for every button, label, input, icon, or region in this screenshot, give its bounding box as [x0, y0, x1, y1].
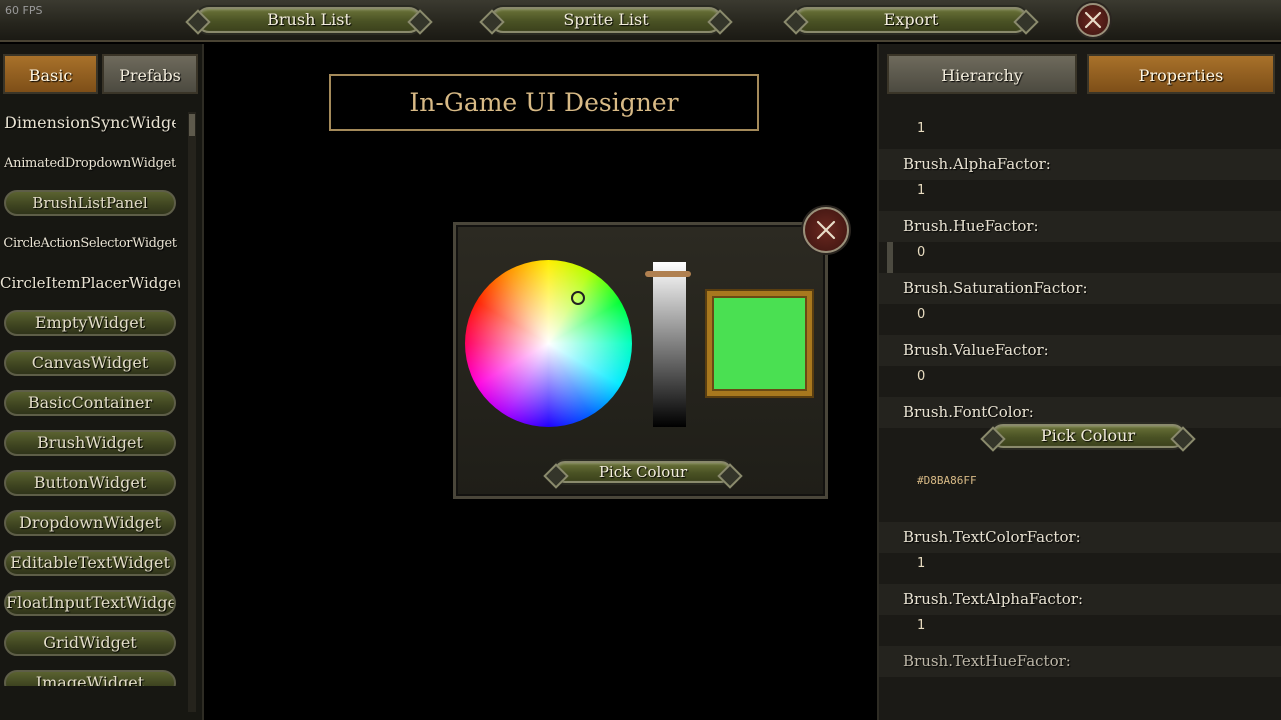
font-color-hex: #D8BA86FF	[917, 474, 977, 487]
widget-item[interactable]: FloatInputTextWidget	[4, 590, 176, 616]
property-label: Brush.FontColor:	[903, 403, 1034, 421]
property-row: 1	[879, 106, 1281, 137]
picker-close-button[interactable]	[803, 207, 849, 253]
property-value[interactable]: 0	[917, 307, 925, 322]
widget-item[interactable]: DropdownWidget	[4, 510, 176, 536]
widget-item[interactable]: ImageWidget	[4, 670, 176, 686]
color-preview-swatch	[707, 291, 812, 396]
widget-panel: Basic Prefabs DimensionSyncWidget Animat…	[0, 44, 204, 720]
property-label: Brush.TextHueFactor:	[903, 652, 1071, 670]
widget-list: DimensionSyncWidget AnimatedDropdownWidg…	[0, 106, 190, 686]
property-value[interactable]: 1	[917, 618, 925, 633]
color-wheel[interactable]	[465, 260, 632, 427]
widget-list-scrollbar[interactable]	[188, 112, 196, 712]
close-icon	[816, 220, 836, 240]
tab-prefabs[interactable]: Prefabs	[102, 54, 198, 94]
property-label: Brush.AlphaFactor:	[903, 155, 1051, 173]
property-value[interactable]: 0	[917, 245, 925, 260]
export-button[interactable]: Export	[794, 7, 1028, 33]
property-value[interactable]: 0	[917, 369, 925, 384]
property-row: Brush.TextColorFactor:	[879, 522, 1281, 553]
fps-counter: 60 FPS	[5, 4, 43, 17]
widget-item[interactable]: AnimatedDropdownWidget	[4, 153, 176, 179]
property-value[interactable]: 1	[917, 183, 925, 198]
widget-item[interactable]: ButtonWidget	[4, 470, 176, 496]
widget-item[interactable]: DimensionSyncWidget	[4, 112, 176, 138]
pick-colour-button[interactable]: Pick Colour	[991, 424, 1185, 448]
property-row: Brush.AlphaFactor:	[879, 149, 1281, 180]
widget-item[interactable]: EditableTextWidget	[4, 550, 176, 576]
property-row: Brush.HueFactor:	[879, 211, 1281, 242]
color-picker-dialog: Pick Colour	[453, 207, 849, 499]
property-row: Brush.TextHueFactor:	[879, 646, 1281, 677]
widget-item[interactable]: BasicContainer	[4, 390, 176, 416]
value-slider[interactable]	[653, 262, 686, 427]
value-slider-handle[interactable]	[645, 271, 691, 277]
pick-colour-button[interactable]: Pick Colour	[554, 461, 732, 483]
close-button[interactable]	[1076, 3, 1110, 37]
color-wheel-cursor[interactable]	[571, 291, 585, 305]
page-title: In-Game UI Designer	[329, 74, 759, 131]
property-row: Brush.SaturationFactor:	[879, 273, 1281, 304]
property-label: Brush.ValueFactor:	[903, 341, 1049, 359]
widget-item[interactable]: EmptyWidget	[4, 310, 176, 336]
property-label: Brush.TextAlphaFactor:	[903, 590, 1084, 608]
property-label: Brush.TextColorFactor:	[903, 528, 1081, 546]
property-label: Brush.SaturationFactor:	[903, 279, 1088, 297]
property-label: Brush.HueFactor:	[903, 217, 1039, 235]
tab-hierarchy[interactable]: Hierarchy	[887, 54, 1077, 94]
sprite-list-button[interactable]: Sprite List	[490, 7, 722, 33]
property-row: Brush.TextAlphaFactor:	[879, 584, 1281, 615]
property-row: Brush.ValueFactor:	[879, 335, 1281, 366]
tab-basic[interactable]: Basic	[3, 54, 98, 94]
widget-item[interactable]: CircleItemPlacerWidget	[0, 272, 180, 298]
brush-list-button[interactable]: Brush List	[196, 7, 422, 33]
widget-item[interactable]: BrushWidget	[4, 430, 176, 456]
widget-item[interactable]: GridWidget	[4, 630, 176, 656]
property-value[interactable]: 1	[917, 556, 925, 571]
scrollbar-thumb[interactable]	[189, 114, 195, 136]
widget-item[interactable]: CanvasWidget	[4, 350, 176, 376]
property-value: 1	[917, 121, 926, 136]
close-icon	[1084, 11, 1102, 29]
properties-panel: Hierarchy Properties 1 Brush.AlphaFactor…	[877, 44, 1281, 720]
widget-item[interactable]: BrushListPanel	[4, 190, 176, 216]
tab-properties[interactable]: Properties	[1087, 54, 1275, 94]
property-list: 1 Brush.AlphaFactor: 1 Brush.HueFactor: …	[879, 106, 1281, 720]
top-bar: 60 FPS Brush List Sprite List Export	[0, 0, 1281, 42]
widget-item[interactable]: CircleActionSelectorWidget	[0, 233, 180, 259]
